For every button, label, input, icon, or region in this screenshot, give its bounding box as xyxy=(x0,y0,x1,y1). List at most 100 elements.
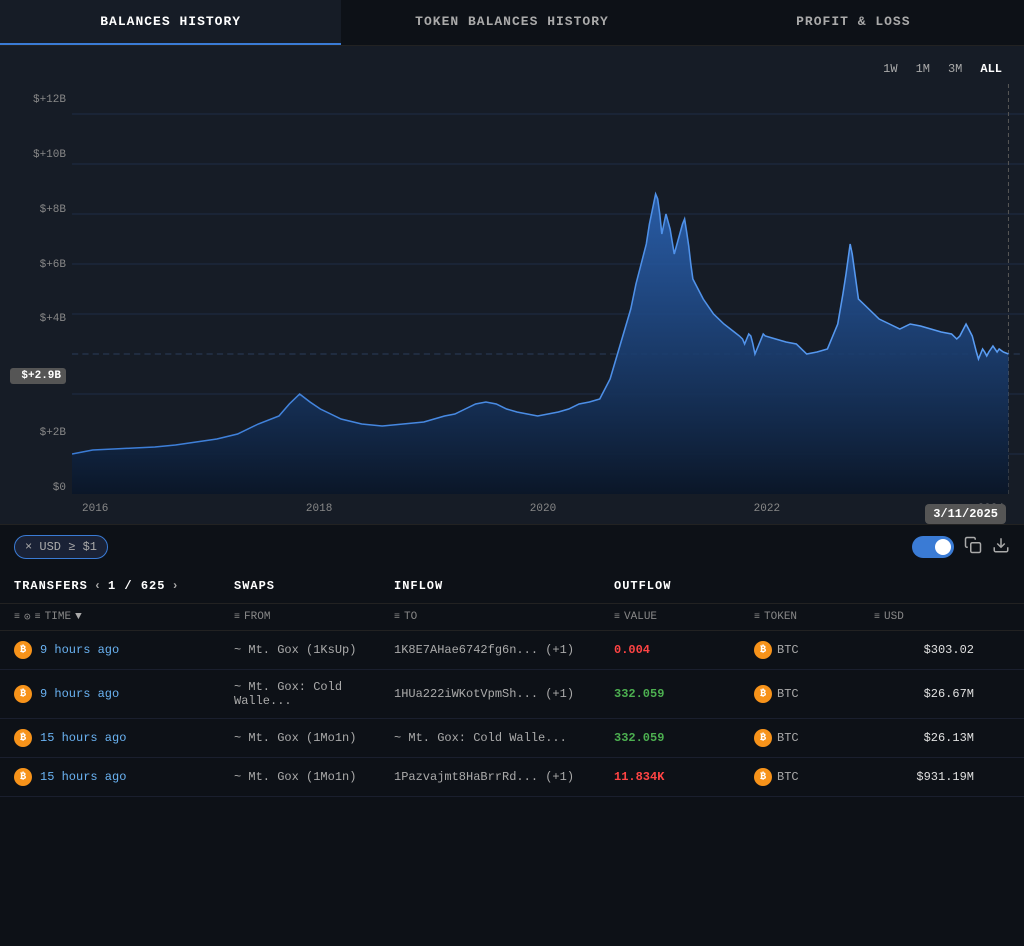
table-row[interactable]: ₿ 15 hours ago ~ Mt. Gox (1Mo1n) ~ Mt. G… xyxy=(0,719,1024,758)
btc-token-icon-3: ₿ xyxy=(754,768,772,786)
filter-1m[interactable]: 1M xyxy=(912,60,934,78)
filter-icon-to: ≡ xyxy=(394,612,400,623)
copy-icon[interactable] xyxy=(964,536,982,559)
filter-label-time: ≡ xyxy=(35,612,41,623)
time-text-2: 15 hours ago xyxy=(40,731,126,745)
token-label-0: BTC xyxy=(777,643,799,657)
token-label-3: BTC xyxy=(777,770,799,784)
cell-token-2: ₿ BTC xyxy=(754,729,874,747)
col-filter-value[interactable]: ≡ VALUE xyxy=(614,610,754,624)
filter-icon-from: ≡ xyxy=(234,612,240,623)
col-filter-to[interactable]: ≡ TO xyxy=(394,610,614,624)
col-filter-time[interactable]: ≡ ⊙ ≡ TIME ▼ xyxy=(14,610,234,624)
cell-from-3: ~ Mt. Gox (1Mo1n) xyxy=(234,770,394,784)
col-filter-row: ≡ ⊙ ≡ TIME ▼ ≡ FROM ≡ TO ≡ VALUE ≡ TOKEN… xyxy=(0,604,1024,631)
filter-3m[interactable]: 3M xyxy=(944,60,966,78)
sort-time-icon[interactable]: ▼ xyxy=(75,611,82,623)
filter-1w[interactable]: 1W xyxy=(879,60,901,78)
filter-chip-label: × USD ≥ $1 xyxy=(25,540,97,554)
download-icon[interactable] xyxy=(992,536,1010,559)
chart-container: 1W 1M 3M ALL $+12B $+10B $+8B $+6B $+4B … xyxy=(0,46,1024,524)
spacer-2 xyxy=(874,579,974,593)
col-filter-usd[interactable]: ≡ USD xyxy=(874,610,974,624)
table-row[interactable]: ₿ 9 hours ago ~ Mt. Gox: Cold Walle... 1… xyxy=(0,670,1024,719)
x-label-2018: 2018 xyxy=(306,503,332,515)
cell-value-1: 332.059 xyxy=(614,687,754,701)
filter-actions xyxy=(912,536,1010,559)
cell-from-1: ~ Mt. Gox: Cold Walle... xyxy=(234,680,394,708)
next-page-button[interactable]: › xyxy=(171,579,179,593)
col-filter-from[interactable]: ≡ FROM xyxy=(234,610,394,624)
tabs-bar: BALANCES HISTORY TOKEN BALANCES HISTORY … xyxy=(0,0,1024,46)
btc-token-icon-1: ₿ xyxy=(754,685,772,703)
table-row[interactable]: ₿ 15 hours ago ~ Mt. Gox (1Mo1n) 1Pazvaj… xyxy=(0,758,1024,797)
col-from-label: FROM xyxy=(244,611,270,623)
cell-token-3: ₿ BTC xyxy=(754,768,874,786)
chart-svg xyxy=(72,84,1024,494)
btc-coin-icon-2: ₿ xyxy=(14,729,32,747)
filter-icon-usd: ≡ xyxy=(874,612,880,623)
cell-value-2: 332.059 xyxy=(614,731,754,745)
chart-area-fill xyxy=(72,194,1008,494)
table-header: TRANSFERS ‹ 1 / 625 › SWAPS INFLOW OUTFL… xyxy=(0,569,1024,604)
tab-token-balances-history[interactable]: TOKEN BALANCES HISTORY xyxy=(341,0,682,45)
cell-to-1: 1HUa222iWKotVpmSh... (+1) xyxy=(394,687,614,701)
cell-to-2: ~ Mt. Gox: Cold Walle... xyxy=(394,731,614,745)
outflow-header: OUTFLOW xyxy=(614,579,754,593)
y-axis: $+12B $+10B $+8B $+6B $+4B $+2.9B $+2B $… xyxy=(0,84,72,524)
spacer-1 xyxy=(754,579,874,593)
tab-profit-loss[interactable]: PROFIT & LOSS xyxy=(683,0,1024,45)
filter-all[interactable]: ALL xyxy=(976,60,1006,78)
filter-icon-token: ≡ xyxy=(754,612,760,623)
x-label-2022: 2022 xyxy=(754,503,780,515)
cell-token-0: ₿ BTC xyxy=(754,641,874,659)
cell-value-0: 0.004 xyxy=(614,643,754,657)
chart-time-filters: 1W 1M 3M ALL xyxy=(0,56,1024,78)
transfers-header: TRANSFERS ‹ 1 / 625 › xyxy=(14,579,234,593)
btc-coin-icon-0: ₿ xyxy=(14,641,32,659)
filter-chip-usd[interactable]: × USD ≥ $1 xyxy=(14,535,108,559)
cell-from-0: ~ Mt. Gox (1KsUp) xyxy=(234,643,394,657)
time-text-0: 9 hours ago xyxy=(40,643,119,657)
cell-value-3: 11.834K xyxy=(614,770,754,784)
cell-from-2: ~ Mt. Gox (1Mo1n) xyxy=(234,731,394,745)
page-indicator: 1 / 625 xyxy=(108,579,165,593)
y-label-2b: $+2B xyxy=(10,427,66,439)
cell-time-2: ₿ 15 hours ago xyxy=(14,729,234,747)
chart-svg-wrapper xyxy=(72,84,1024,494)
col-token-label: TOKEN xyxy=(764,611,797,623)
y-label-0: $0 xyxy=(10,482,66,494)
token-label-2: BTC xyxy=(777,731,799,745)
tab-balances-history[interactable]: BALANCES HISTORY xyxy=(0,0,341,45)
x-axis: 2016 2018 2020 2022 2024 3/11/2025 xyxy=(72,494,1024,524)
col-time-label: TIME xyxy=(45,611,71,623)
cell-to-0: 1K8E7AHae6742fg6n... (+1) xyxy=(394,643,614,657)
cell-usd-0: $303.02 xyxy=(874,643,974,657)
cell-time-1: ₿ 9 hours ago xyxy=(14,685,234,703)
cell-to-3: 1Pazvajmt8HaBrrRd... (+1) xyxy=(394,770,614,784)
filter-icon-value: ≡ xyxy=(614,612,620,623)
swaps-header: SWAPS xyxy=(234,579,394,593)
cell-time-0: ₿ 9 hours ago xyxy=(14,641,234,659)
y-label-12b: $+12B xyxy=(10,94,66,106)
cell-usd-2: $26.13M xyxy=(874,731,974,745)
prev-page-button[interactable]: ‹ xyxy=(94,579,102,593)
col-to-label: TO xyxy=(404,611,417,623)
y-label-10b: $+10B xyxy=(10,149,66,161)
y-label-6b: $+6B xyxy=(10,259,66,271)
time-text-3: 15 hours ago xyxy=(40,770,126,784)
col-filter-token[interactable]: ≡ TOKEN xyxy=(754,610,874,624)
cell-usd-3: $931.19M xyxy=(874,770,974,784)
toggle-switch[interactable] xyxy=(912,536,954,558)
x-label-2016: 2016 xyxy=(82,503,108,515)
table-rows-container: ₿ 9 hours ago ~ Mt. Gox (1KsUp) 1K8E7AHa… xyxy=(0,631,1024,797)
chart-tooltip-date: 3/11/2025 xyxy=(925,504,1006,524)
y-label-8b: $+8B xyxy=(10,204,66,216)
cell-token-1: ₿ BTC xyxy=(754,685,874,703)
time-text-1: 9 hours ago xyxy=(40,687,119,701)
chart-area: $+12B $+10B $+8B $+6B $+4B $+2.9B $+2B $… xyxy=(0,84,1024,524)
filter-icon-time: ≡ xyxy=(14,612,20,623)
table-row[interactable]: ₿ 9 hours ago ~ Mt. Gox (1KsUp) 1K8E7AHa… xyxy=(0,631,1024,670)
y-label-highlight: $+2.9B xyxy=(10,368,66,384)
filter-bar: × USD ≥ $1 xyxy=(0,524,1024,569)
